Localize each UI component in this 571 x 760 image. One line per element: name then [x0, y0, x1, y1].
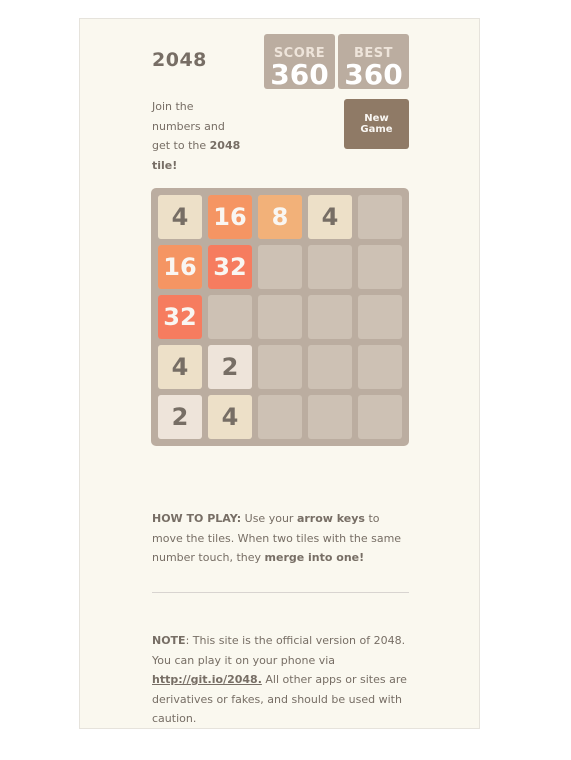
grid-cell	[258, 345, 302, 389]
grid-cell	[258, 395, 302, 439]
tile-4: 4	[208, 395, 252, 439]
note-heading: NOTE	[152, 634, 186, 647]
grid-cell	[358, 245, 402, 289]
grid-cell	[308, 345, 352, 389]
tile-2: 2	[158, 395, 202, 439]
grid-cell	[208, 295, 252, 339]
tile-4: 4	[158, 345, 202, 389]
new-game-button[interactable]: New Game	[344, 99, 409, 149]
note-text: NOTE: This site is the official version …	[152, 634, 407, 725]
intro-text: Join the numbers and get to the 2048 til…	[152, 97, 244, 175]
grid-cell	[308, 295, 352, 339]
tile-4: 4	[308, 195, 352, 239]
score-box: SCORE 360	[264, 34, 335, 89]
grid-cell	[308, 395, 352, 439]
how-to-play-heading: HOW TO PLAY:	[152, 512, 242, 525]
git-link[interactable]: http://git.io/2048.	[152, 673, 262, 686]
tile-2: 2	[208, 345, 252, 389]
grid-cell	[358, 345, 402, 389]
tile-32: 32	[208, 245, 252, 289]
grid-cell	[258, 245, 302, 289]
tile-32: 32	[158, 295, 202, 339]
grid-cell	[358, 295, 402, 339]
score-value: 360	[270, 58, 329, 91]
tile-16: 16	[208, 195, 252, 239]
game-board[interactable]: 4 16 8 4 16 32 32 4 2 2 4	[151, 188, 409, 446]
tile-16: 16	[158, 245, 202, 289]
best-value: 360	[344, 58, 403, 91]
game-container: 2048 SCORE 360 BEST 360 Join the numbers…	[79, 18, 480, 729]
grid-cell	[358, 395, 402, 439]
best-score-box: BEST 360	[338, 34, 409, 89]
grid-cell	[358, 195, 402, 239]
arrow-keys-text: arrow keys	[296, 512, 365, 525]
merge-text: merge into one!	[264, 551, 365, 564]
game-title: 2048	[152, 49, 207, 71]
tile-8: 8	[258, 195, 302, 239]
grid-cell	[258, 295, 302, 339]
divider	[152, 592, 409, 593]
tile-4: 4	[158, 195, 202, 239]
how-to-play-text: HOW TO PLAY: Use your arrow keys to move…	[152, 512, 402, 564]
grid-cell	[308, 245, 352, 289]
